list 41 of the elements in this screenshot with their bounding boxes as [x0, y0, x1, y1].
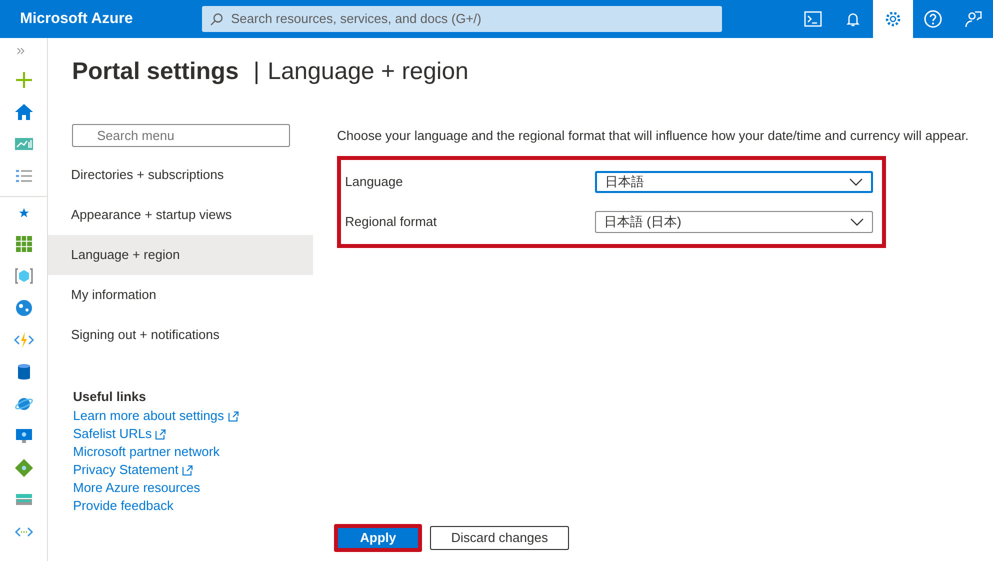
link[interactable]: Microsoft partner network [73, 442, 220, 460]
brand-name: Microsoft Azure [19, 8, 134, 29]
settings-icon [883, 9, 903, 29]
monitor-icon[interactable] [14, 426, 34, 446]
globe-icon[interactable] [14, 298, 34, 318]
chevron-down-icon [849, 178, 863, 186]
link[interactable]: Privacy Statement [73, 460, 194, 478]
apply-button[interactable]: Apply [334, 524, 422, 552]
discard-button[interactable]: Discard changes [430, 526, 569, 550]
help-icon [923, 9, 943, 29]
search-field[interactable]: Search resources, services, and docs (G+/) [202, 6, 722, 32]
link[interactable]: Learn more about settings [73, 406, 239, 424]
menu-search-field[interactable]: Search menu [72, 124, 290, 147]
link[interactable]: Provide feedback [73, 496, 174, 514]
menu-item[interactable]: Language + region [48, 235, 313, 275]
dropdown[interactable]: 日本語 [595, 170, 873, 192]
menu-item[interactable]: Appearance + startup views [48, 195, 313, 235]
dropdown[interactable]: 日本語 (日本) [595, 210, 873, 232]
star-icon[interactable] [16, 206, 30, 220]
grid-icon[interactable] [14, 234, 34, 254]
field-label: Language [345, 172, 404, 191]
description-text: Choose your language and the regional format that will influence how your date/time and currency will appear. [337, 127, 970, 145]
section-heading: Useful links [73, 388, 146, 406]
home-icon[interactable] [14, 102, 34, 122]
field-label: Regional format [345, 212, 438, 231]
chevron-down-icon [850, 218, 864, 226]
search-icon [210, 12, 223, 26]
plus-icon[interactable] [14, 70, 34, 90]
settings-button[interactable] [873, 0, 913, 38]
page-title: Portal settings | Language + region [71, 57, 470, 87]
menu-item[interactable]: Directories + subscriptions [48, 155, 313, 195]
link[interactable]: Safelist URLs [73, 424, 166, 442]
menu-item[interactable]: Signing out + notifications [48, 315, 313, 355]
feedback-icon [963, 9, 983, 29]
search-placeholder: Search resources, services, and docs (G+/) [231, 10, 482, 28]
menu-item[interactable]: My information [48, 275, 313, 315]
cube-icon[interactable] [14, 266, 34, 286]
terminal-icon [803, 9, 823, 29]
link[interactable]: More Azure resources [73, 478, 200, 496]
bolt-icon[interactable] [14, 330, 34, 350]
diamond-icon[interactable] [14, 458, 34, 478]
